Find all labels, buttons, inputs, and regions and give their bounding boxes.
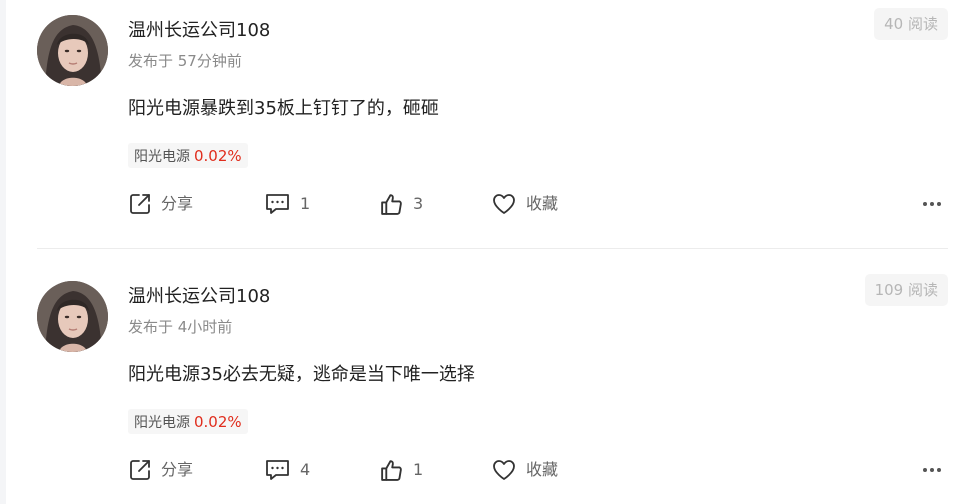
like-button[interactable]: 1 bbox=[379, 456, 423, 484]
author-name[interactable]: 温州长运公司108 bbox=[128, 18, 270, 44]
heart-icon bbox=[491, 458, 517, 482]
left-edge-strip bbox=[0, 0, 6, 504]
share-button[interactable]: 分享 bbox=[128, 190, 193, 218]
favorite-label: 收藏 bbox=[526, 194, 559, 213]
post-card: 温州长运公司108 发布于 4小时前 109 阅读 阳光电源35必去无疑，逃命是… bbox=[37, 266, 948, 504]
avatar[interactable] bbox=[37, 15, 108, 86]
post-content[interactable]: 阳光电源暴跌到35板上钉钉了的，砸砸 bbox=[128, 96, 439, 122]
stock-tag[interactable]: 阳光电源 0.02% bbox=[128, 409, 248, 434]
stock-tag-change: 0.02% bbox=[194, 413, 242, 431]
more-icon bbox=[922, 468, 943, 472]
post-card: 温州长运公司108 发布于 57分钟前 40 阅读 阳光电源暴跌到35板上钉钉了… bbox=[37, 0, 948, 250]
comment-count: 1 bbox=[300, 194, 311, 213]
like-count: 3 bbox=[413, 194, 424, 213]
share-button[interactable]: 分享 bbox=[128, 456, 193, 484]
comment-button[interactable]: 4 bbox=[264, 456, 310, 484]
read-count-badge: 109 阅读 bbox=[864, 274, 948, 306]
stock-tag-change: 0.02% bbox=[194, 147, 242, 165]
like-button[interactable]: 3 bbox=[379, 190, 423, 218]
post-divider bbox=[37, 248, 948, 249]
heart-icon bbox=[491, 192, 517, 216]
thumbs-up-icon bbox=[379, 458, 404, 483]
read-count-badge: 40 阅读 bbox=[874, 8, 948, 40]
thumbs-up-icon bbox=[379, 192, 404, 217]
share-icon bbox=[128, 458, 152, 482]
author-name[interactable]: 温州长运公司108 bbox=[128, 284, 270, 310]
share-label: 分享 bbox=[161, 194, 194, 213]
more-button[interactable] bbox=[920, 458, 944, 482]
comment-button[interactable]: 1 bbox=[264, 190, 310, 218]
stock-tag[interactable]: 阳光电源 0.02% bbox=[128, 143, 248, 168]
avatar[interactable] bbox=[37, 281, 108, 352]
comment-count: 4 bbox=[300, 460, 311, 479]
comment-icon bbox=[264, 192, 291, 216]
share-icon bbox=[128, 192, 152, 216]
more-icon bbox=[922, 202, 943, 206]
favorite-button[interactable]: 收藏 bbox=[491, 456, 558, 484]
like-count: 1 bbox=[413, 460, 424, 479]
stock-tag-name: 阳光电源 bbox=[134, 149, 190, 165]
favorite-label: 收藏 bbox=[526, 460, 559, 479]
stock-tag-name: 阳光电源 bbox=[134, 415, 190, 431]
publish-time: 发布于 57分钟前 bbox=[128, 52, 242, 70]
comment-icon bbox=[264, 458, 291, 482]
post-content[interactable]: 阳光电源35必去无疑，逃命是当下唯一选择 bbox=[128, 362, 475, 388]
more-button[interactable] bbox=[920, 192, 944, 216]
publish-time: 发布于 4小时前 bbox=[128, 318, 233, 336]
favorite-button[interactable]: 收藏 bbox=[491, 190, 558, 218]
share-label: 分享 bbox=[161, 460, 194, 479]
